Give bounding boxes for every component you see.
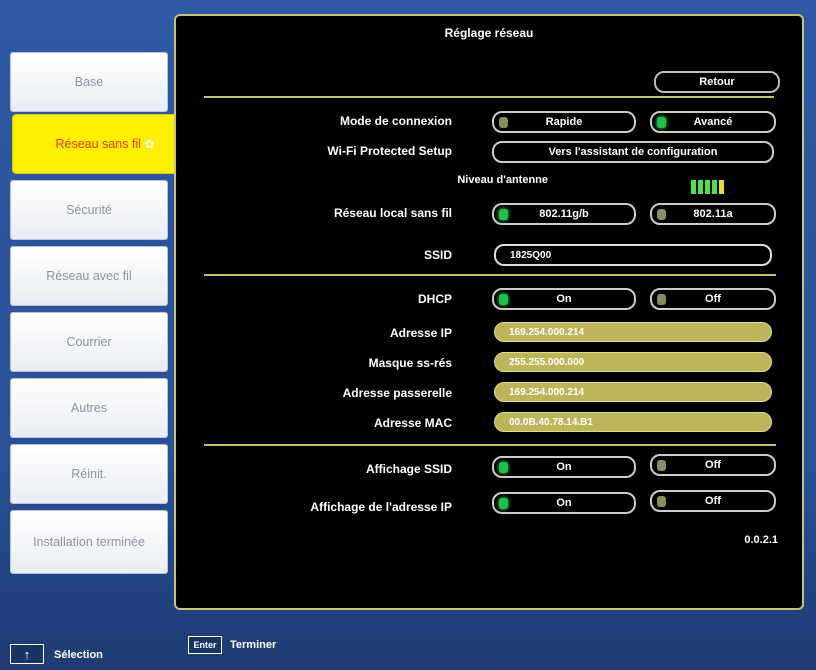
ssid-display-on-option[interactable]: On	[492, 456, 636, 478]
wps-label: Wi-Fi Protected Setup	[327, 144, 452, 158]
mac-address-field: 00.0B.40.78.14.B1	[494, 412, 772, 432]
page-title: Réglage réseau	[444, 26, 534, 40]
sidebar-item-other[interactable]: Autres	[10, 378, 168, 438]
sidebar-item-wireless[interactable]: Réseau sans fil ✿	[12, 114, 198, 174]
ip-display-off-option[interactable]: Off	[650, 490, 776, 512]
enter-key-icon: Enter	[188, 636, 222, 654]
antenna-level-label: Niveau d'antenne	[457, 174, 548, 186]
radio-on-icon	[657, 117, 666, 128]
radio-off-icon	[657, 460, 666, 471]
sidebar-item-security[interactable]: Sécurité	[10, 180, 168, 240]
sidebar-item-label: Base	[74, 74, 104, 89]
connection-mode-label: Mode de connexion	[339, 114, 452, 128]
footer-help: ↑ Sélection Enter Terminer	[10, 636, 816, 670]
antenna-level-meter	[691, 180, 724, 194]
sidebar-item-label: Autres	[70, 400, 108, 415]
ssid-input[interactable]: 1825Q00	[494, 244, 772, 266]
gateway-field: 169.254.000.214	[494, 382, 772, 402]
wlan-label: Réseau local sans fil	[333, 206, 452, 220]
wps-assistant-button[interactable]: Vers l'assistant de configuration	[492, 141, 774, 163]
divider	[204, 96, 774, 98]
sidebar-item-wired[interactable]: Réseau avec fil	[10, 246, 168, 306]
radio-off-icon	[499, 117, 508, 128]
ssid-display-label: Affichage SSID	[365, 462, 452, 476]
sidebar-item-label: Installation terminée	[33, 534, 145, 549]
subnet-mask-field: 255.255.000.000	[494, 352, 772, 372]
ip-address-field: 169.254.000.214	[494, 322, 772, 342]
selected-indicator-icon: ✿	[144, 136, 155, 151]
ssid-display-off-option[interactable]: Off	[650, 454, 776, 476]
radio-on-icon	[499, 498, 508, 509]
radio-on-icon	[499, 209, 508, 220]
wlan-80211gb-option[interactable]: 802.11g/b	[492, 203, 636, 225]
finish-hint: Terminer	[230, 639, 277, 651]
sidebar-item-finish[interactable]: Installation terminée	[10, 510, 168, 574]
sidebar-item-label: Réseau avec fil	[46, 268, 132, 283]
wlan-80211a-option[interactable]: 802.11a	[650, 203, 776, 225]
ssid-label: SSID	[423, 248, 452, 262]
radio-off-icon	[657, 496, 666, 507]
sidebar-item-mail[interactable]: Courrier	[10, 312, 168, 372]
divider	[204, 444, 776, 446]
arrow-key-icon: ↑	[10, 644, 44, 664]
gateway-label: Adresse passerelle	[342, 386, 452, 400]
version-number: 0.0.2.1	[744, 534, 778, 546]
radio-off-icon	[657, 294, 666, 305]
subnet-mask-label: Masque ss-rés	[368, 356, 452, 370]
sidebar-item-label: Sécurité	[66, 202, 112, 217]
mode-advanced-option[interactable]: Avancé	[650, 111, 776, 133]
ip-address-label: Adresse IP	[389, 326, 452, 340]
network-settings-panel: Réglage réseau Retour Mode de connexion …	[174, 14, 804, 610]
sidebar-item-label: Réinit.	[71, 466, 107, 481]
ip-display-on-option[interactable]: On	[492, 492, 636, 514]
sidebar-item-base[interactable]: Base	[10, 52, 168, 112]
mac-address-label: Adresse MAC	[373, 416, 452, 430]
mode-rapid-option[interactable]: Rapide	[492, 111, 636, 133]
radio-on-icon	[499, 294, 508, 305]
select-hint: Sélection	[54, 649, 103, 661]
dhcp-on-option[interactable]: On	[492, 288, 636, 310]
sidebar-item-reset[interactable]: Réinit.	[10, 444, 168, 504]
divider	[204, 274, 776, 276]
dhcp-label: DHCP	[417, 292, 452, 306]
sidebar-item-label: Réseau sans fil	[55, 136, 141, 151]
radio-off-icon	[657, 209, 666, 220]
back-button[interactable]: Retour	[654, 71, 780, 93]
ip-display-label: Affichage de l'adresse IP	[310, 500, 452, 514]
radio-on-icon	[499, 462, 508, 473]
sidebar-item-label: Courrier	[66, 334, 112, 349]
dhcp-off-option[interactable]: Off	[650, 288, 776, 310]
